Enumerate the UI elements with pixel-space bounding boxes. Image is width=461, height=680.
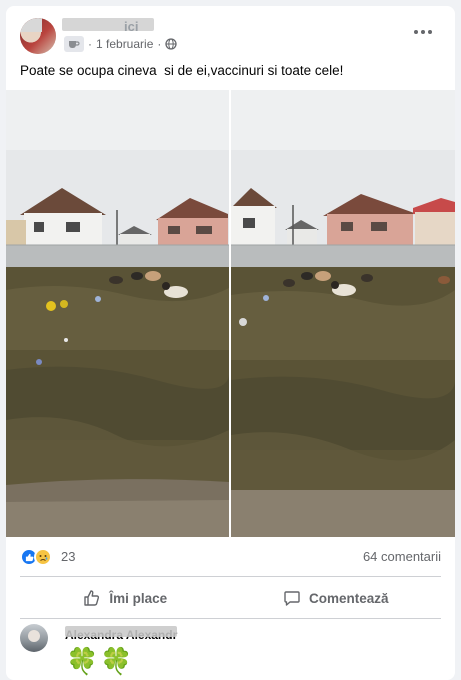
sad-reaction-icon (34, 548, 52, 566)
comment-item: Alexandra Alexandr 🍀🍀 (20, 624, 441, 680)
comment-bubble-icon (284, 591, 300, 606)
post-stats: 23 64 comentarii (6, 544, 455, 568)
author-name-redacted[interactable] (62, 18, 154, 31)
divider-bottom (20, 618, 441, 619)
comment-button-label: Comentează (308, 590, 389, 606)
like-button[interactable]: Îmi place (20, 580, 231, 616)
commenter-name-redacted (65, 626, 177, 637)
author-avatar[interactable] (20, 18, 56, 54)
comment-button[interactable]: Comentează (231, 580, 442, 616)
thumbs-up-icon (84, 590, 100, 606)
dot (428, 30, 432, 34)
meta-separator-2: · (157, 37, 162, 51)
post-photos (6, 90, 455, 537)
coffee-cup-icon[interactable] (64, 36, 84, 52)
dot (414, 30, 418, 34)
reaction-icons[interactable] (20, 548, 52, 566)
avatar-blur (20, 18, 42, 32)
post-card: ici · 1 februarie · Poate se ocupa cinev… (6, 6, 455, 680)
globe-icon (165, 38, 178, 50)
comment-text: 🍀🍀 (66, 646, 135, 676)
meta-separator: · (88, 37, 92, 51)
like-button-label: Îmi place (109, 590, 168, 606)
ellipsis-icon[interactable] (411, 24, 435, 40)
action-bar: Îmi place Comentează (20, 580, 441, 616)
comment-count[interactable]: 64 comentarii (363, 549, 441, 564)
dot (421, 30, 425, 34)
post-photo-2[interactable] (231, 90, 455, 537)
avatar-face (28, 630, 40, 642)
author-name[interactable]: ici (124, 19, 138, 34)
reaction-count[interactable]: 23 (61, 549, 75, 564)
post-photo-1[interactable] (6, 90, 229, 537)
post-date[interactable]: 1 februarie (96, 37, 153, 51)
divider-top (20, 576, 441, 577)
post-text: Poate se ocupa cineva si de ei,vaccinuri… (20, 63, 344, 78)
commenter-avatar[interactable] (20, 624, 48, 652)
post-meta: · 1 februarie · (64, 36, 178, 52)
post-header: ici · 1 februarie · (6, 6, 455, 60)
